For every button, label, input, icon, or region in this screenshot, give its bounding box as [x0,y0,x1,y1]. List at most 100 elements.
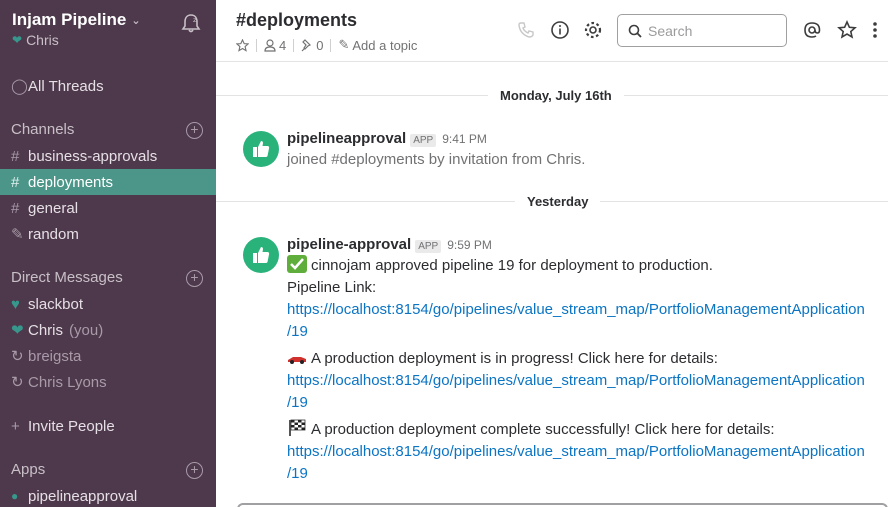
star-icon[interactable] [836,19,858,41]
star-icon[interactable] [236,38,249,52]
channel-label: deployments [28,173,114,191]
team-name-label: Injam Pipeline [12,10,127,29]
search-box[interactable] [617,14,787,47]
pipeline-link[interactable]: https://localhost:8154/go/pipelines/valu… [287,299,865,321]
hash-icon: # [11,199,20,217]
day-divider-label: Monday, July 16th [488,88,624,103]
pipeline-link-continuation[interactable]: /19 [287,321,308,343]
complete-text: A production deployment complete success… [311,421,775,438]
divider [330,38,332,52]
dm-label: slackbot [28,295,84,313]
progress-text: A production deployment is in progress! … [311,350,718,367]
pipeline-link-label: Pipeline Link: [287,279,377,296]
heart-icon: ♥ [11,295,20,313]
dm-label: breigsta [28,347,82,365]
team-name[interactable]: Injam Pipeline ⌄ [12,10,141,30]
sidebar-item-slackbot[interactable]: ♥ slackbot [0,291,216,317]
current-user: ❤ Chris [12,32,141,48]
message-input[interactable] [237,503,888,507]
details-link-continuation[interactable]: /19 [287,392,308,414]
sidebar-item-breigsta[interactable]: ↻ breigsta [0,343,216,369]
add-channel-icon[interactable]: + [186,122,203,139]
add-topic-button[interactable]: ✎ Add a topic [338,37,417,53]
sender-name[interactable]: pipelineapproval [287,130,406,147]
channels-header[interactable]: Channels [11,121,74,138]
message-timestamp[interactable]: 9:59 PM [447,238,492,252]
app-badge: APP [415,240,442,253]
apps-header[interactable]: Apps [11,461,45,478]
pencil-icon: ✎ [338,37,350,52]
search-icon [628,24,642,38]
sidebar-item-random[interactable]: ✎ random [0,221,216,247]
details-link[interactable]: https://localhost:8154/go/pipelines/valu… [287,441,865,463]
current-user-name: Chris [26,32,59,48]
sidebar-item-general[interactable]: # general [0,195,216,221]
threads-icon: ◯ [11,78,28,95]
channel-header: #deployments 4 0 ✎ Add a topic [216,0,888,62]
pin-icon [301,38,312,51]
presence-online-icon: ● [11,489,19,503]
direct-messages-header[interactable]: Direct Messages [11,269,123,286]
members-count-value: 4 [279,37,287,53]
app-label: pipelineapproval [28,487,138,505]
app-badge: APP [410,134,437,147]
pins-count[interactable]: 0 [301,38,323,53]
all-threads-label: All Threads [28,77,104,95]
app-avatar[interactable] [243,237,279,273]
divider [293,38,295,52]
channel-label: business-approvals [28,147,158,165]
sidebar-item-pipelineapproval[interactable]: ● pipelineapproval [0,483,216,507]
sidebar-item-deployments[interactable]: # deployments [0,169,216,195]
thumbs-up-icon [253,247,270,263]
hash-icon: # [11,147,20,165]
message-header: pipelineapproval APP 9:41 PM [287,130,487,147]
add-dm-icon[interactable]: + [186,270,203,287]
add-topic-label: Add a topic [352,37,418,53]
phone-icon[interactable] [515,19,537,41]
member-icon [264,38,276,52]
svg-text:z: z [193,16,197,24]
dm-label: Chris Lyons [28,373,107,391]
hash-icon: # [11,173,20,191]
chevron-down-icon: ⌄ [131,14,141,27]
sender-name[interactable]: pipeline-approval [287,236,411,253]
search-input[interactable] [648,22,778,39]
presence-online-icon: ❤ [11,322,24,339]
plus-icon: + [11,417,20,435]
divider [256,38,257,52]
dm-label: Chris [28,321,64,339]
team-switcher[interactable]: Injam Pipeline ⌄ ❤ Chris [12,10,141,48]
all-threads-link[interactable]: ◯ All Threads [0,73,216,99]
info-icon[interactable] [549,19,571,41]
channel-label: random [28,225,79,243]
pencil-icon: ✎ [11,226,24,243]
gear-icon[interactable] [582,19,604,41]
pins-count-value: 0 [316,37,324,53]
dm-you-suffix: (you) [69,321,104,339]
channel-title: #deployments [236,10,358,30]
details-link-continuation[interactable]: /19 [287,463,308,485]
channel-label: general [28,199,79,217]
sidebar-item-business-approvals[interactable]: # business-approvals [0,143,216,169]
mentions-icon[interactable] [801,19,823,41]
invite-people-label: Invite People [28,417,115,435]
invite-people-button[interactable]: + Invite People [0,413,216,439]
presence-away-icon: ↻ [11,348,24,365]
thumbs-up-icon [253,141,270,157]
sidebar-item-chris[interactable]: ❤ Chris (you) [0,317,216,343]
presence-icon: ❤ [12,33,23,47]
message-timestamp[interactable]: 9:41 PM [442,132,487,146]
channel-meta: 4 0 ✎ Add a topic [236,37,417,53]
sidebar: Injam Pipeline ⌄ ❤ Chris z ◯ All Threads… [0,0,216,507]
approval-text: cinnojam approved pipeline 19 for deploy… [311,257,713,274]
add-app-icon[interactable]: + [186,462,203,479]
presence-away-icon: ↻ [11,374,24,391]
members-count[interactable]: 4 [264,38,286,53]
details-link[interactable]: https://localhost:8154/go/pipelines/valu… [287,370,865,392]
more-icon[interactable] [865,19,885,41]
join-message: joined #deployments by invitation from C… [287,151,586,168]
sidebar-item-chris-lyons[interactable]: ↻ Chris Lyons [0,369,216,395]
message-header: pipeline-approval APP 9:59 PM [287,236,492,253]
app-avatar[interactable] [243,131,279,167]
notification-bell-icon[interactable]: z [180,12,202,34]
